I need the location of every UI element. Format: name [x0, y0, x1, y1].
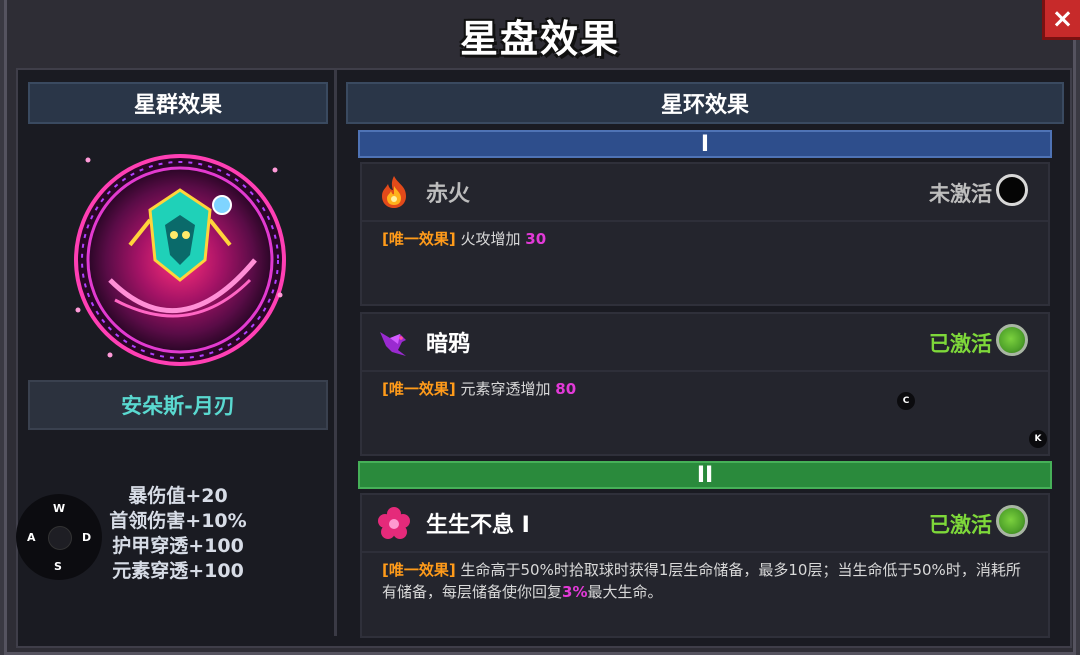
- tier-header-1: I: [358, 130, 1052, 158]
- stat-line: 护甲穿透+100: [112, 535, 244, 557]
- active-indicator-icon: [996, 324, 1028, 356]
- effect-description: [唯一效果] 生命高于50%时拾取球时获得1层生命储备，最多10层；当生命低于5…: [382, 559, 1030, 603]
- close-button[interactable]: ×: [1042, 0, 1080, 40]
- effect-card-chihuo[interactable]: 赤火 未激活 [唯一效果] 火攻增加 30: [360, 162, 1050, 306]
- effect-value: 30: [525, 230, 547, 248]
- window-title: 星盘效果: [459, 17, 620, 61]
- ring-effects-header: 星环效果: [346, 82, 1064, 124]
- effect-description: [唯一效果] 元素穿透增加 80: [382, 378, 1030, 400]
- joystick-right-label: D: [82, 531, 92, 544]
- effect-status: 已激活: [929, 513, 992, 537]
- effect-name: 暗鸦: [426, 332, 471, 357]
- panel-divider: [334, 70, 337, 636]
- effect-status: 未激活: [929, 182, 992, 206]
- unique-effect-tag: [唯一效果]: [382, 380, 456, 398]
- effect-card-anya[interactable]: 暗鸦 已激活 [唯一效果] 元素穿透增加 80: [360, 312, 1050, 456]
- tier-header-2: II: [358, 461, 1052, 489]
- effect-card-header: 赤火 未激活: [362, 164, 1048, 222]
- effect-card-shengsheng[interactable]: 生生不息 I 已激活 [唯一效果] 生命高于50%时拾取球时获得1层生命储备，最…: [360, 493, 1050, 638]
- effect-value: 3%: [562, 583, 588, 601]
- unique-effect-tag: [唯一效果]: [382, 230, 456, 248]
- stat-line: 首领伤害+10%: [109, 510, 247, 532]
- hotkey-c-badge[interactable]: C: [897, 392, 915, 410]
- stat-line: 元素穿透+100: [112, 560, 244, 582]
- close-icon: ×: [1051, 3, 1074, 34]
- effect-value: 80: [555, 380, 577, 398]
- effect-name: 赤火: [426, 182, 471, 207]
- effect-description: [唯一效果] 火攻增加 30: [382, 228, 1030, 250]
- effect-status: 已激活: [929, 332, 992, 356]
- effect-name: 生生不息 I: [426, 513, 530, 538]
- joystick-up-label: W: [53, 502, 66, 515]
- flower-icon: [378, 507, 410, 539]
- fire-icon: [382, 176, 406, 208]
- inactive-indicator-icon: [996, 174, 1028, 206]
- unique-effect-tag: [唯一效果]: [382, 561, 456, 579]
- effect-card-header: 暗鸦 已激活: [362, 314, 1048, 372]
- effect-text: 生命高于50%时拾取球时获得1层生命储备，最多10层；当生命低于50%时，消耗所…: [382, 561, 1021, 601]
- constellation-effects-header: 星群效果: [28, 82, 328, 124]
- constellation-name: 安朵斯-月刃: [28, 380, 328, 430]
- effect-card-header: 生生不息 I 已激活: [362, 495, 1048, 553]
- stat-line: 暴伤值+20: [128, 485, 228, 507]
- effect-text-tail: 最大生命。: [587, 583, 663, 601]
- effect-text: 元素穿透增加: [460, 380, 551, 398]
- active-indicator-icon: [996, 505, 1028, 537]
- hotkey-k-badge[interactable]: K: [1029, 430, 1047, 448]
- constellation-stats: 暴伤值+20 首领伤害+10% 护甲穿透+100 元素穿透+100: [100, 484, 256, 584]
- effect-text: 火攻增加: [460, 230, 521, 248]
- joystick-left-label: A: [27, 531, 36, 544]
- virtual-joystick[interactable]: W A D S: [16, 494, 102, 580]
- constellation-orb-icon: [74, 154, 286, 366]
- joystick-down-label: S: [54, 560, 62, 573]
- crow-icon: [380, 332, 406, 356]
- joystick-knob[interactable]: [48, 526, 72, 550]
